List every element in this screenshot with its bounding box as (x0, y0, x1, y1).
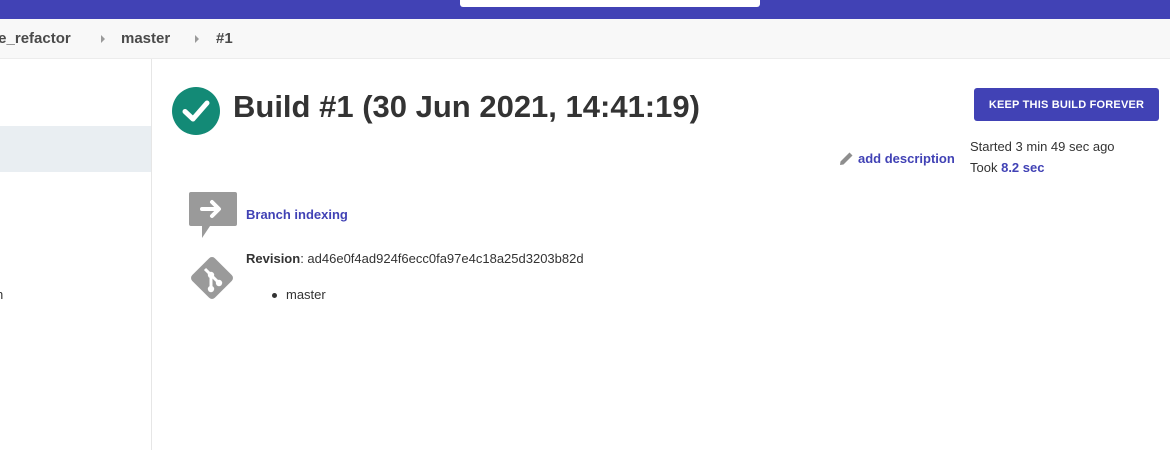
branch-list: master (272, 287, 326, 302)
add-description-label: add description (858, 151, 955, 166)
breadcrumb-separator-icon (101, 35, 105, 43)
breadcrumb-item-project[interactable]: le_refactor (0, 30, 71, 47)
breadcrumb-item-branch[interactable]: master (121, 30, 170, 47)
build-timing-info: Started 3 min 49 sec ago Took 8.2 sec (970, 136, 1115, 178)
search-box[interactable] (460, 0, 760, 7)
list-item: master (272, 287, 326, 302)
breadcrumb-separator-icon (195, 35, 199, 43)
took-line: Took 8.2 sec (970, 157, 1115, 178)
success-check-icon (172, 87, 220, 135)
build-duration-link[interactable]: 8.2 sec (1001, 160, 1044, 175)
revision-hash: ad46e0f4ad924f6ecc0fa97e4c18a25d3203b82d (307, 251, 584, 266)
sidebar-item-label[interactable]: n (0, 287, 3, 302)
keep-build-forever-button[interactable]: KEEP THIS BUILD FOREVER (974, 88, 1159, 121)
breadcrumb-item-build[interactable]: #1 (216, 30, 233, 47)
add-description-link[interactable]: add description (838, 150, 955, 167)
revision-line: Revision: ad46e0f4ad924f6ecc0fa97e4c18a2… (246, 251, 584, 266)
breadcrumb: le_refactor master #1 (0, 19, 1170, 59)
arrow-in-speech-bubble-icon (189, 192, 237, 238)
git-icon (191, 257, 233, 299)
pencil-icon (840, 152, 853, 165)
branch-indexing-link[interactable]: Branch indexing (246, 207, 348, 222)
sidebar-item-selected[interactable] (0, 126, 151, 172)
page-title: Build #1 (30 Jun 2021, 14:41:19) (233, 89, 700, 124)
sidebar: n (0, 59, 152, 450)
revision-label: Revision (246, 251, 301, 266)
took-label: Took (970, 160, 998, 175)
top-header-bar (0, 0, 1170, 19)
started-text: Started 3 min 49 sec ago (970, 139, 1115, 154)
